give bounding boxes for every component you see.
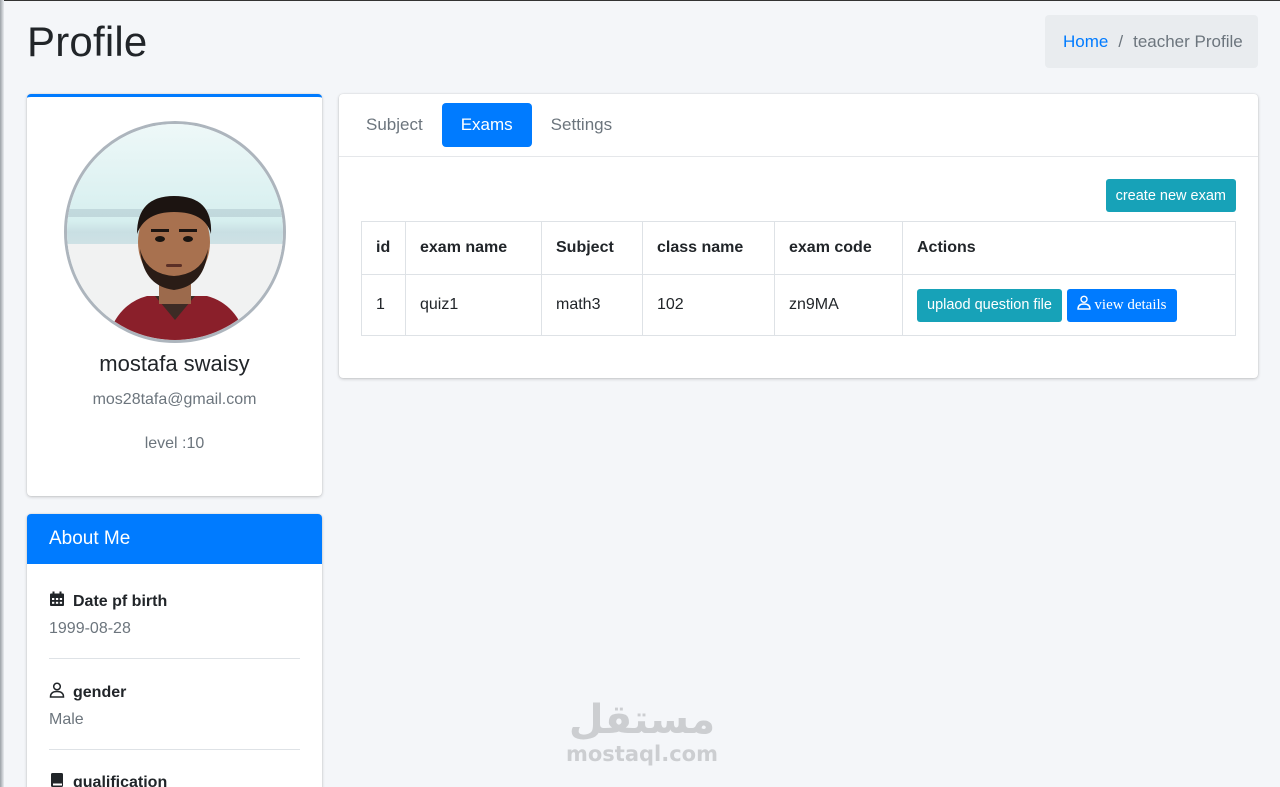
about-item-label: gender bbox=[73, 683, 127, 701]
about-item-value: Male bbox=[49, 711, 84, 728]
page-title: Profile bbox=[27, 18, 148, 65]
about-card: About Me Date pf birth 1999-08-28 gender… bbox=[27, 514, 322, 787]
profile-email: mos28tafa@gmail.com bbox=[92, 391, 257, 408]
calendar-icon bbox=[49, 591, 65, 612]
breadcrumb-separator: / bbox=[1118, 31, 1124, 51]
about-item-value: 1999-08-28 bbox=[49, 620, 131, 637]
profile-card: mostafa swaisy mos28tafa@gmail.com level… bbox=[27, 94, 322, 496]
tab-exams[interactable]: Exams bbox=[441, 103, 532, 147]
about-item-label: Date pf birth bbox=[73, 592, 168, 610]
column-header-actions: Actions bbox=[902, 221, 1236, 275]
cell-exam-code: zn9MA bbox=[774, 274, 903, 336]
breadcrumb-current: teacher Profile bbox=[1133, 31, 1243, 51]
table-row: 1 quiz1 math3 102 zn9MA uplaod question … bbox=[361, 274, 1236, 336]
tab-bar: Subject Exams Settings bbox=[339, 94, 1258, 157]
profile-name: mostafa swaisy bbox=[99, 351, 250, 376]
create-exam-button[interactable]: create new exam bbox=[1105, 179, 1236, 212]
breadcrumb: Home / teacher Profile bbox=[1045, 15, 1258, 68]
exams-table: id exam name Subject class name exam cod… bbox=[361, 221, 1236, 336]
about-item-qualification: qualification bbox=[27, 772, 322, 787]
window-left-border bbox=[0, 0, 4, 787]
column-header-id: id bbox=[361, 221, 406, 275]
profile-avatar bbox=[64, 121, 286, 343]
cell-class-name: 102 bbox=[642, 274, 775, 336]
upload-button-label: uplaod question file bbox=[927, 297, 1052, 313]
cell-actions: uplaod question file view details bbox=[902, 274, 1236, 336]
watermark: مستقل mostaql.com bbox=[562, 698, 722, 766]
user-icon bbox=[49, 682, 65, 703]
about-item-label: qualification bbox=[73, 773, 168, 787]
exams-card: Subject Exams Settings create new exam i… bbox=[339, 94, 1258, 378]
user-icon bbox=[1077, 295, 1092, 315]
about-item-gender: gender Male bbox=[27, 682, 322, 750]
column-header-exam-name: exam name bbox=[405, 221, 542, 275]
tab-settings[interactable]: Settings bbox=[532, 103, 631, 147]
watermark-arabic: مستقل bbox=[568, 697, 716, 743]
table-header-row: id exam name Subject class name exam cod… bbox=[361, 221, 1236, 275]
column-header-subject: Subject bbox=[541, 221, 643, 275]
about-header: About Me bbox=[27, 514, 322, 564]
about-item-birth: Date pf birth 1999-08-28 bbox=[27, 591, 322, 659]
column-header-class-name: class name bbox=[642, 221, 775, 275]
view-details-button[interactable]: view details bbox=[1067, 288, 1177, 322]
profile-level: level :10 bbox=[144, 435, 205, 452]
breadcrumb-home-link[interactable]: Home bbox=[1063, 32, 1108, 52]
column-header-exam-code: exam code bbox=[774, 221, 903, 275]
divider bbox=[49, 749, 300, 750]
cell-id: 1 bbox=[361, 274, 406, 336]
cell-subject: math3 bbox=[541, 274, 643, 336]
watermark-latin: mostaql.com bbox=[566, 742, 718, 766]
cell-exam-name: quiz1 bbox=[405, 274, 542, 336]
view-button-label: view details bbox=[1094, 296, 1167, 313]
book-icon bbox=[49, 772, 65, 787]
divider bbox=[49, 658, 300, 659]
tab-subject[interactable]: Subject bbox=[347, 103, 442, 147]
upload-question-file-button[interactable]: uplaod question file bbox=[917, 288, 1062, 322]
window-top-border bbox=[0, 0, 1280, 1]
